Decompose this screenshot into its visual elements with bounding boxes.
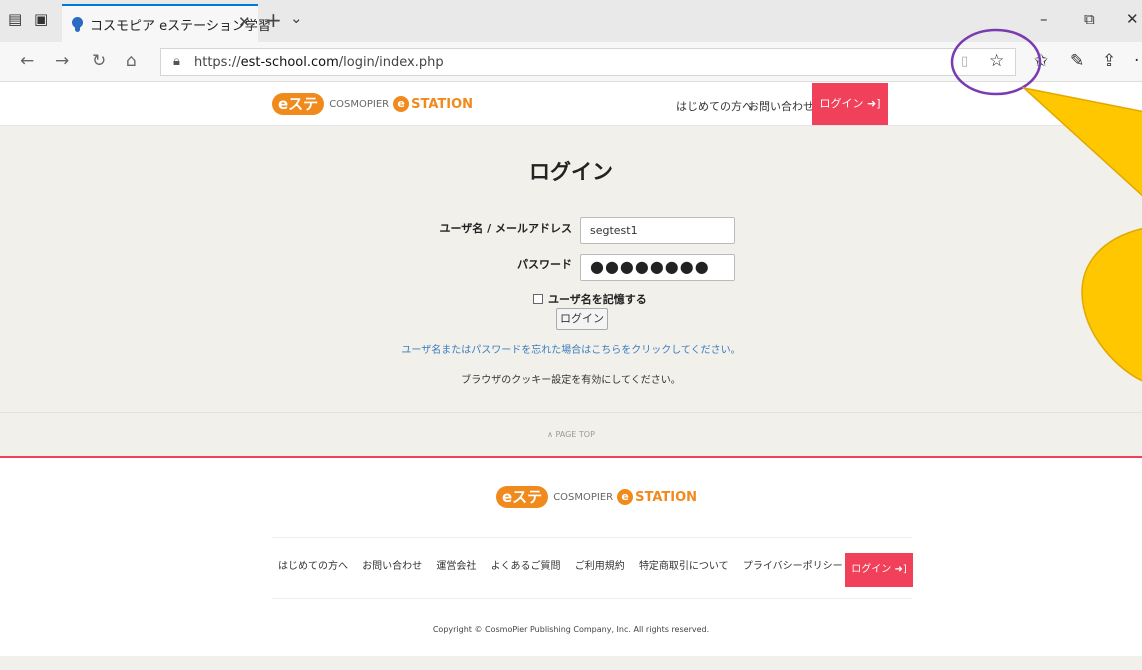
window-close-icon[interactable]: ✕ [1126,10,1139,28]
username-value: segtest1 [590,224,638,237]
tab-preview-icon[interactable]: ▣ [34,10,48,28]
bottom-band [0,656,1142,670]
footer-link[interactable]: 運営会社 [436,561,476,572]
favorite-star-icon[interactable]: ☆ [989,51,1004,71]
logo-cosmopier: COSMOPIER [329,98,390,110]
browser-address-bar: ← → ↻ ⌂ 🔒︎ https://est-school.com/login/… [0,42,1142,82]
username-input[interactable]: segtest1 [580,217,735,244]
footer-link[interactable]: 特定商取引について [639,561,729,572]
home-icon[interactable]: ⌂ [126,51,137,71]
username-label: ユーザ名 / メールアドレス [439,222,572,235]
copyright: Copyright © CosmoPier Publishing Company… [432,625,710,634]
url-field[interactable]: 🔒︎ https://est-school.com/login/index.ph… [160,48,1016,76]
page-top-link[interactable]: ∧ PAGE TOP [0,430,1142,439]
forgot-password-link[interactable]: ユーザ名またはパスワードを忘れた場合はこちらをクリックしてください。 [0,341,1142,356]
logo-station: STATION [635,489,698,505]
favorites-list-icon[interactable]: ✩ [1034,51,1048,71]
cookie-note: ブラウザのクッキー設定を有効にしてください。 [461,375,681,386]
browser-tab-active[interactable]: コスモピア eステーション学習 ✕ [62,4,271,42]
logo-cosmopier: COSMOPIER [553,491,614,503]
share-icon[interactable]: ⇪ [1102,51,1116,71]
logo-e-mark: e [393,96,410,112]
footer-divider [272,598,912,599]
page-title: ログイン [529,160,613,184]
header-login-button[interactable]: ログイン ➜] [812,83,888,125]
logo-e-mark: e [617,489,634,505]
browser-tab-bar: ▤ ▣ コスモピア eステーション学習 ✕ + ⌄ – ⧉ ✕ [0,0,1142,42]
tab-list-chevron-icon[interactable]: ⌄ [290,9,303,27]
more-icon[interactable]: · [1134,51,1139,71]
window-restore-icon[interactable]: ⧉ [1084,10,1095,28]
footer-link[interactable]: よくあるご質問 [491,561,561,572]
footer-link[interactable]: プライバシーポリシー [743,561,843,572]
url-text: https://est-school.com/login/index.php [194,55,444,70]
footer-divider [272,537,912,538]
footer-login-button[interactable]: ログイン ➜] [845,553,913,587]
logo-este: eステ [496,486,549,508]
site-footer: eステ COSMOPIER e STATION はじめての方へ お問い合わせ 運営会社… [0,460,1142,656]
edge-favicon-icon [72,17,83,32]
footer-link[interactable]: お問い合わせ [362,561,422,572]
password-label: パスワード [517,258,572,271]
remember-username[interactable]: ユーザ名を記憶する [533,291,647,307]
logo-station: STATION [411,96,474,112]
logo-este: eステ [272,93,325,115]
footer-links: はじめての方へ お問い合わせ 運営会社 よくあるご質問 ご利用規約 特定商取引に… [278,557,854,572]
password-input[interactable]: ●●●●●●●● [580,254,735,281]
page-top-band: ∧ PAGE TOP [0,412,1142,458]
tab-actions-icon[interactable]: ▤ [8,10,22,28]
nav-contact-link[interactable]: お問い合わせ [748,98,814,114]
login-submit-button[interactable]: ログイン [556,308,608,330]
remember-label: ユーザ名を記憶する [548,293,647,306]
forward-arrow-icon[interactable]: → [55,51,69,71]
refresh-icon[interactable]: ↻ [92,51,106,71]
password-value: ●●●●●●●● [590,257,710,276]
footer-link[interactable]: はじめての方へ [278,561,348,572]
remember-checkbox[interactable] [533,294,543,304]
new-tab-icon[interactable]: + [265,8,282,32]
login-section: ログイン ユーザ名 / メールアドレス segtest1 パスワード ●●●●●… [0,126,1142,412]
site-header: eステ COSMOPIER e STATION はじめての方へ お問い合わせ ログイン… [0,82,1142,126]
nav-first-time-link[interactable]: はじめての方へ [676,98,753,114]
footer-link[interactable]: ご利用規約 [575,561,625,572]
tab-close-icon[interactable]: ✕ [238,13,251,31]
site-logo[interactable]: eステ COSMOPIER e STATION [272,93,473,115]
reading-view-icon[interactable]: ▯ [961,54,968,69]
lock-icon: 🔒︎ [173,54,180,69]
footer-logo[interactable]: eステ COSMOPIER e STATION [496,486,697,508]
back-arrow-icon[interactable]: ← [20,51,34,71]
window-minimize-icon[interactable]: – [1040,10,1048,28]
pen-notes-icon[interactable]: ✎ [1070,51,1084,71]
